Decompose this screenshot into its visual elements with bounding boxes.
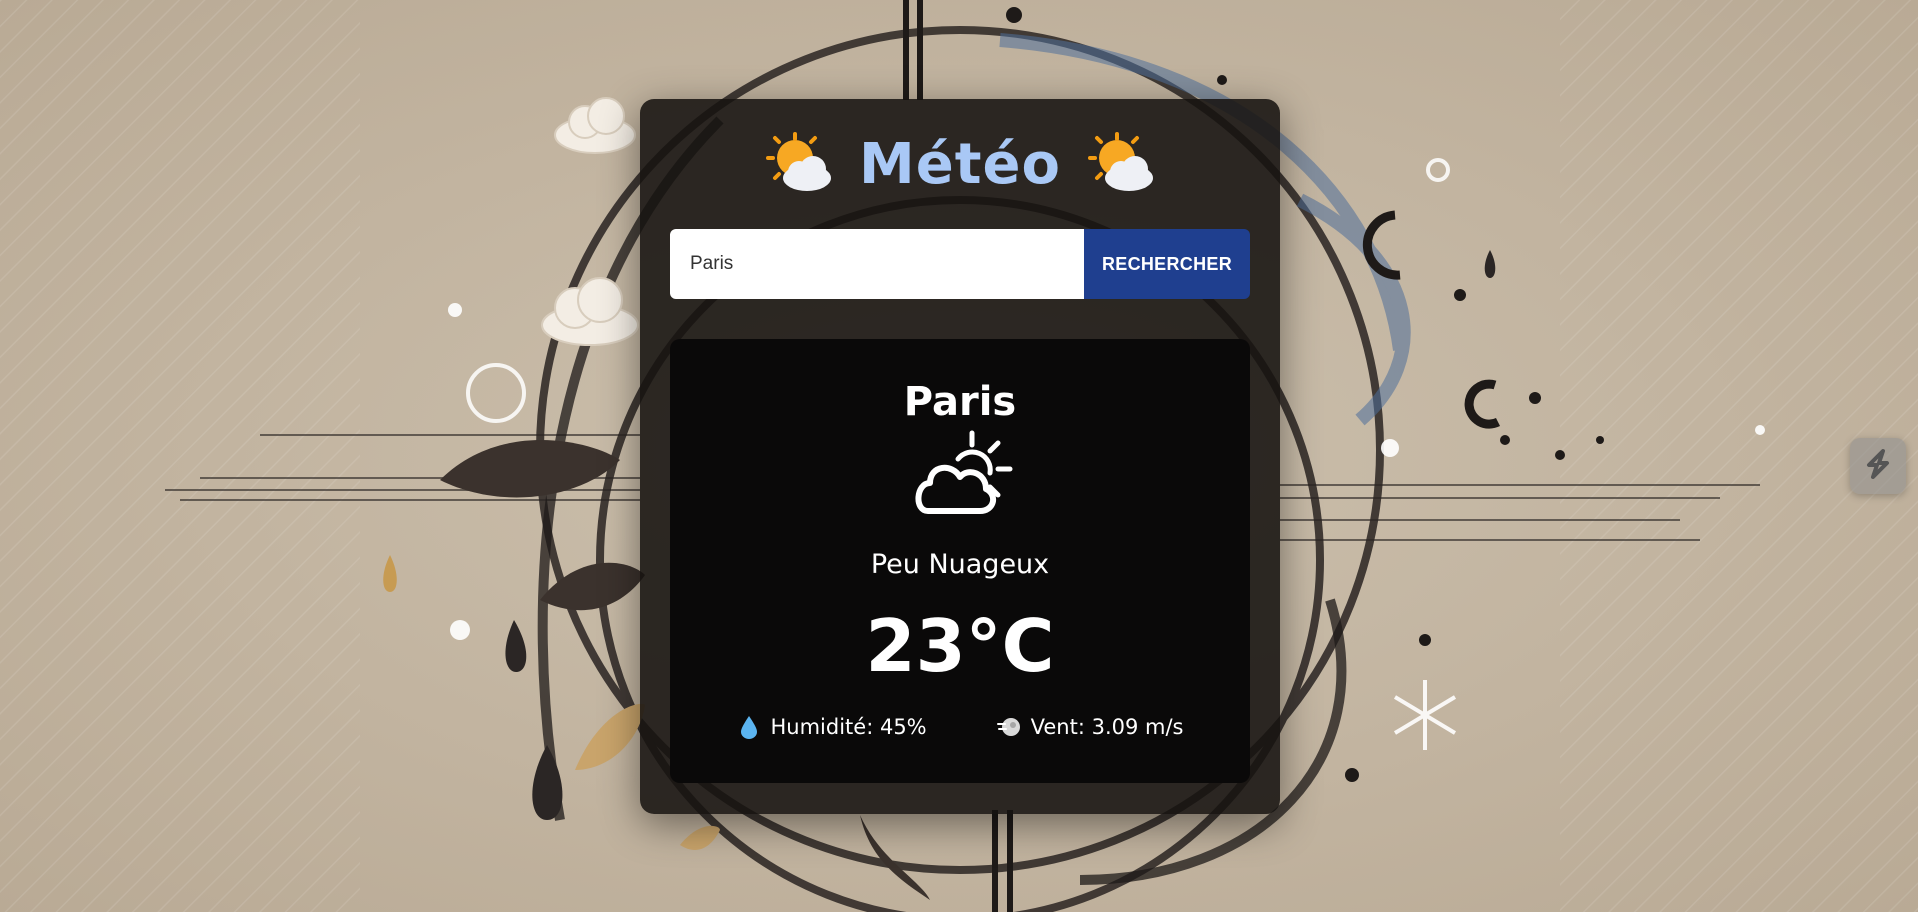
wind-label: Vent: 3.09 m/s <box>1030 715 1184 739</box>
app-header: Météo <box>640 129 1280 199</box>
droplet-icon <box>737 714 761 740</box>
temperature: 23°C <box>865 604 1055 688</box>
weather-result-panel: Paris Peu Nuageux 23°C Humidité: 45% Ven… <box>670 339 1250 783</box>
extension-button[interactable] <box>1850 438 1906 494</box>
city-search-input[interactable] <box>670 229 1084 299</box>
weather-condition: Peu Nuageux <box>870 549 1050 580</box>
wind-icon <box>996 714 1021 740</box>
humidity-stat: Humidité: 45% <box>737 714 927 740</box>
weather-stats: Humidité: 45% Vent: 3.09 m/s <box>670 709 1250 745</box>
humidity-label: Humidité: 45% <box>770 715 927 739</box>
search-bar: RECHERCHER <box>670 229 1250 299</box>
partly-cloudy-icon <box>906 429 1016 519</box>
search-button[interactable]: RECHERCHER <box>1084 229 1250 299</box>
sun-behind-cloud-icon <box>765 132 833 196</box>
app-title: Météo <box>859 131 1061 197</box>
city-name: Paris <box>903 379 1017 425</box>
weather-card: Météo RECHERCHER Paris <box>640 99 1280 814</box>
sun-behind-cloud-icon <box>1087 132 1155 196</box>
wind-stat: Vent: 3.09 m/s <box>996 714 1184 740</box>
extension-icon <box>1861 447 1895 485</box>
